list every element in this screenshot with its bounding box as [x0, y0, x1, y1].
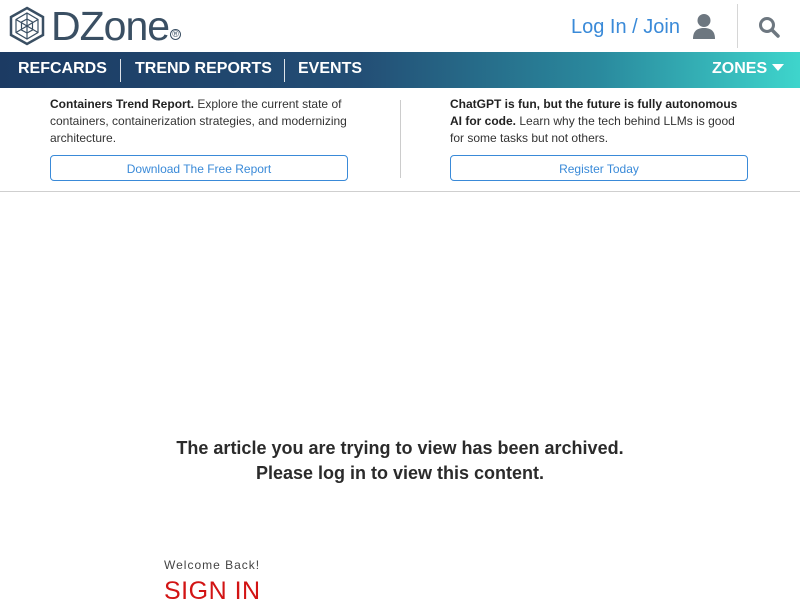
- main-nav: REFCARDS TREND REPORTS EVENTS ZONES: [0, 52, 800, 88]
- download-report-button[interactable]: Download The Free Report: [50, 155, 348, 181]
- promo-chatgpt: ChatGPT is fun, but the future is fully …: [450, 96, 750, 147]
- zones-menu[interactable]: ZONES: [712, 52, 785, 88]
- promo-containers: Containers Trend Report. Explore the cur…: [50, 96, 350, 147]
- site-header: DZone ® Log In / Join: [0, 0, 800, 52]
- search-icon[interactable]: [758, 16, 780, 38]
- login-join-link[interactable]: Log In / Join: [571, 16, 680, 38]
- dzone-logo-icon: [9, 6, 45, 46]
- promo-title: Containers Trend Report.: [50, 97, 195, 111]
- header-divider: [737, 4, 738, 48]
- dzone-logo[interactable]: DZone ®: [8, 3, 182, 49]
- nav-item-events[interactable]: EVENTS: [298, 52, 362, 88]
- register-today-button[interactable]: Register Today: [450, 155, 748, 181]
- promo-divider: [400, 100, 401, 178]
- sign-in-heading: SIGN IN: [164, 577, 261, 605]
- user-icon[interactable]: [692, 13, 716, 39]
- registered-mark: ®: [170, 29, 182, 40]
- nav-separator: [120, 59, 121, 82]
- archived-line-2: Please log in to view this content.: [255, 463, 545, 483]
- nav-item-refcards[interactable]: REFCARDS: [18, 52, 107, 88]
- archived-line-1: The article you are trying to view has b…: [176, 438, 624, 458]
- nav-item-trend-reports[interactable]: TREND REPORTS: [135, 52, 272, 88]
- caret-down-icon: [772, 64, 785, 72]
- archived-notice: The article you are trying to view has b…: [0, 436, 800, 486]
- nav-separator: [284, 59, 285, 82]
- logo-text: DZone: [51, 3, 170, 49]
- welcome-back-text: Welcome Back!: [164, 558, 261, 572]
- zones-label: ZONES: [712, 60, 768, 77]
